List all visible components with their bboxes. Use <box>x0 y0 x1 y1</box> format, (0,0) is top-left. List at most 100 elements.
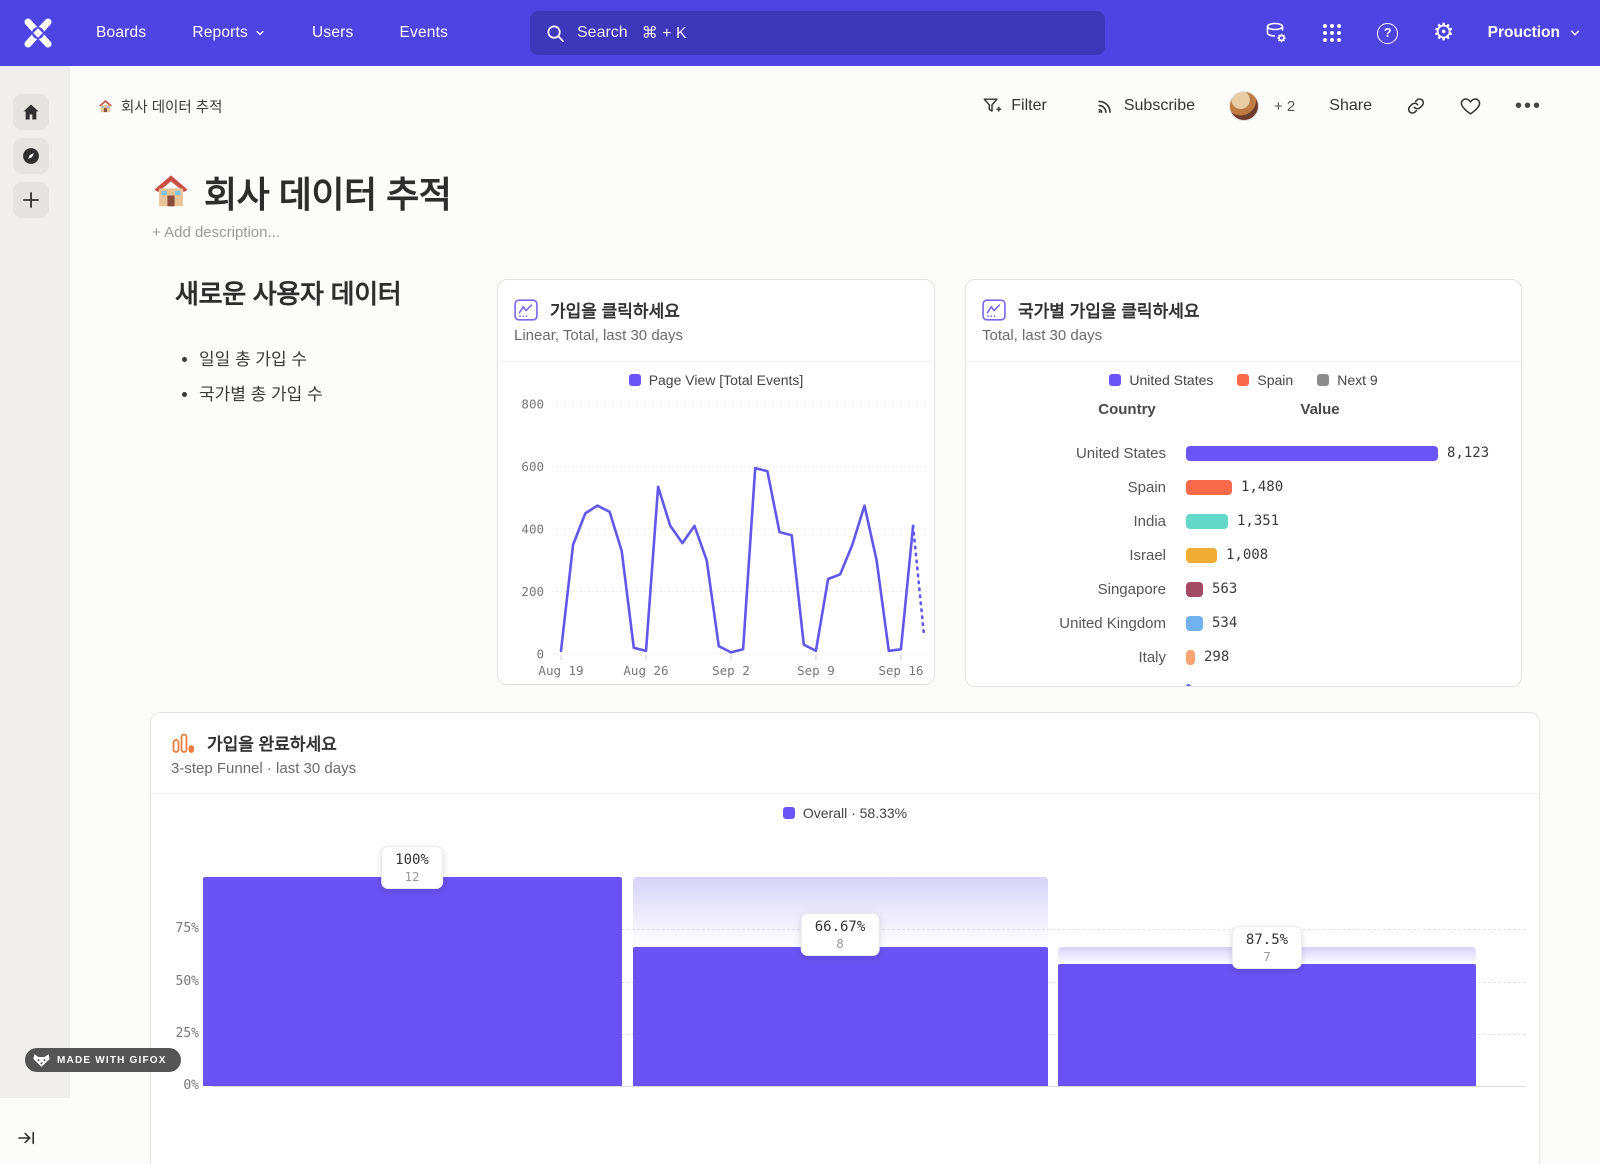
funnel-bar[interactable] <box>633 947 1048 1086</box>
country-row[interactable]: India 1,351 <box>966 504 1521 538</box>
country-row[interactable]: Italy298 <box>966 640 1521 674</box>
country-bar[interactable] <box>1186 548 1217 563</box>
avatar[interactable] <box>1229 91 1259 121</box>
nav-item-events[interactable]: Events <box>399 24 448 42</box>
step-conversion-pct: 100% <box>395 852 429 868</box>
intro-heading: 새로운 사용자 데이터 <box>175 274 475 311</box>
nav-item-boards[interactable]: Boards <box>96 24 146 42</box>
step-count: 12 <box>395 869 429 884</box>
search-icon <box>546 24 565 43</box>
legend-swatch <box>1109 374 1121 386</box>
main-content: 회사 데이터 추적 Filter Subscribe + 2 Share <box>70 66 1600 1098</box>
country-value: 534 <box>1212 615 1237 631</box>
country-bar[interactable] <box>1186 514 1228 529</box>
svg-text:0: 0 <box>536 647 544 662</box>
project-name: Prouction <box>1488 24 1560 42</box>
nav-item-users[interactable]: Users <box>312 24 353 42</box>
country-bar[interactable] <box>1186 616 1203 631</box>
funnel-bar[interactable] <box>203 877 622 1086</box>
funnel-bars-icon <box>171 732 195 754</box>
funnel-step-label: 100%12 <box>381 846 443 889</box>
legend-item[interactable]: Next 9 <box>1317 372 1377 388</box>
add-board-button[interactable] <box>13 182 49 218</box>
help-icon[interactable]: ? <box>1376 21 1400 45</box>
funnel-step-label: 66.67%8 <box>801 913 880 956</box>
add-description[interactable]: + Add description... <box>152 224 280 241</box>
breadcrumb[interactable]: 회사 데이터 추적 <box>98 96 222 117</box>
card-title: 국가별 가입을 클릭하세요 <box>1018 297 1200 322</box>
funnel-chart[interactable]: 0%25%50%75%100%1266.67%887.5%7 <box>151 793 1540 1164</box>
favorite-button[interactable] <box>1460 96 1481 116</box>
chevron-down-icon <box>254 27 266 39</box>
house-icon <box>98 99 113 114</box>
country-row[interactable] <box>966 674 1521 687</box>
project-switcher[interactable]: Prouction <box>1488 24 1582 42</box>
country-bar-card[interactable]: 국가별 가입을 클릭하세요 Total, last 30 days United… <box>965 279 1522 687</box>
legend-item[interactable]: Spain <box>1237 372 1293 388</box>
search-placeholder: Search <box>577 24 628 42</box>
legend-item[interactable]: United States <box>1109 372 1213 388</box>
country-bar[interactable] <box>1186 446 1438 461</box>
share-button[interactable]: Share <box>1329 97 1372 115</box>
country-bar[interactable] <box>1186 650 1195 665</box>
country-row[interactable]: United States 8,123 <box>966 436 1521 470</box>
subscribe-label: Subscribe <box>1124 97 1195 115</box>
country-value: 1,008 <box>1226 547 1268 563</box>
country-label: India <box>966 513 1166 530</box>
country-row[interactable]: Spain1,480 <box>966 470 1521 504</box>
compass-icon <box>21 146 41 166</box>
country-value: 298 <box>1204 649 1229 665</box>
plus-icon <box>22 191 40 209</box>
search-shortcut: ⌘ + K <box>642 23 687 43</box>
country-value: 563 <box>1212 581 1237 597</box>
breadcrumb-label: 회사 데이터 추적 <box>121 96 222 117</box>
country-rows: United States 8,123 Spain1,480 India 1,351 Is… <box>966 436 1521 687</box>
subscribe-button[interactable]: Subscribe <box>1095 96 1195 116</box>
legend-swatch <box>1237 374 1249 386</box>
step-count: 8 <box>815 936 866 951</box>
rss-icon <box>1095 96 1115 116</box>
country-value: 8,123 <box>1447 445 1489 461</box>
filter-button[interactable]: Filter <box>982 96 1047 116</box>
card-subtitle: 3-step Funnel · last 30 days <box>171 760 356 777</box>
country-bar[interactable] <box>1186 582 1203 597</box>
country-label: Israel <box>966 547 1166 564</box>
intro-text-block: 새로운 사용자 데이터 일일 총 가입 수국가별 총 가입 수 <box>175 274 475 415</box>
country-bar[interactable] <box>1186 684 1191 688</box>
top-nav: Boards Reports Users Events Search ⌘ + K ? <box>0 0 1600 66</box>
home-icon <box>21 102 41 122</box>
funnel-ytick: 75% <box>151 921 199 936</box>
svg-text:Sep 16: Sep 16 <box>878 663 923 678</box>
legend-swatch <box>1317 374 1329 386</box>
copy-link-button[interactable] <box>1406 96 1426 116</box>
funnel-bar[interactable] <box>1058 964 1476 1086</box>
home-button[interactable] <box>13 94 49 130</box>
country-bar[interactable] <box>1186 480 1232 495</box>
svg-text:Sep 2: Sep 2 <box>712 663 750 678</box>
country-row[interactable]: Israel 1,008 <box>966 538 1521 572</box>
collapse-arrow-icon[interactable] <box>18 1130 36 1151</box>
discover-button[interactable] <box>13 138 49 174</box>
apps-grid-icon[interactable] <box>1320 21 1344 45</box>
country-value: 1,480 <box>1241 479 1283 495</box>
country-value: 1,351 <box>1237 513 1279 529</box>
line-chart-card[interactable]: 가입을 클릭하세요 Linear, Total, last 30 days Pa… <box>497 279 935 685</box>
more-menu-button[interactable]: ••• <box>1515 95 1542 118</box>
country-row[interactable]: Singapore 563 <box>966 572 1521 606</box>
settings-gear-icon[interactable]: ⚙ <box>1432 21 1456 45</box>
left-sidebar <box>0 66 70 1098</box>
gifox-label: MADE WITH GIFOX <box>57 1055 167 1066</box>
card-title: 가입을 완료하세요 <box>207 730 337 755</box>
country-label: Singapore <box>966 581 1166 598</box>
mixpanel-logo-icon[interactable] <box>20 15 56 51</box>
country-row[interactable]: United Kingdom534 <box>966 606 1521 640</box>
nav-item-reports[interactable]: Reports <box>192 24 266 42</box>
search-input[interactable]: Search ⌘ + K <box>530 11 1105 55</box>
funnel-card[interactable]: 가입을 완료하세요 3-step Funnel · last 30 days O… <box>150 712 1540 1164</box>
svg-text:Sep 9: Sep 9 <box>797 663 835 678</box>
collaborators[interactable]: + 2 <box>1229 91 1295 121</box>
country-label: United States <box>966 445 1166 462</box>
column-header-country: Country <box>1066 401 1188 418</box>
data-management-icon[interactable] <box>1264 21 1288 45</box>
line-chart[interactable]: 0200400600800Aug 19Aug 26Sep 2Sep 9Sep 1… <box>498 380 935 680</box>
